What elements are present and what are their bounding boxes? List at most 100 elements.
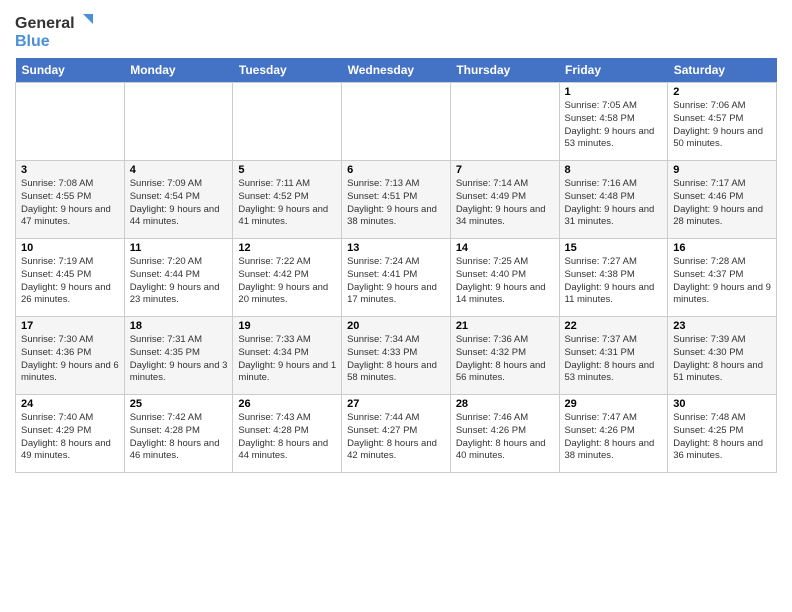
day-info: Sunrise: 7:28 AM Sunset: 4:37 PM Dayligh… bbox=[673, 256, 771, 307]
day-info: Sunrise: 7:17 AM Sunset: 4:46 PM Dayligh… bbox=[673, 178, 771, 229]
day-info: Sunrise: 7:47 AM Sunset: 4:26 PM Dayligh… bbox=[565, 412, 663, 463]
day-number: 10 bbox=[21, 242, 119, 254]
calendar-header-monday: Monday bbox=[124, 58, 233, 83]
day-number: 16 bbox=[673, 242, 771, 254]
day-info: Sunrise: 7:42 AM Sunset: 4:28 PM Dayligh… bbox=[130, 412, 228, 463]
day-number: 1 bbox=[565, 86, 663, 98]
calendar-header-wednesday: Wednesday bbox=[342, 58, 451, 83]
day-number: 15 bbox=[565, 242, 663, 254]
calendar-cell: 11 Sunrise: 7:20 AM Sunset: 4:44 PM Dayli… bbox=[124, 239, 233, 317]
calendar-cell bbox=[450, 83, 559, 161]
day-number: 29 bbox=[565, 398, 663, 410]
day-info: Sunrise: 7:19 AM Sunset: 4:45 PM Dayligh… bbox=[21, 256, 119, 307]
calendar-cell: 6Sunrise: 7:13 AM Sunset: 4:51 PM Daylig… bbox=[342, 161, 451, 239]
day-info: Sunrise: 7:09 AM Sunset: 4:54 PM Dayligh… bbox=[130, 178, 228, 229]
day-info: Sunrise: 7:24 AM Sunset: 4:41 PM Dayligh… bbox=[347, 256, 445, 307]
calendar-table: SundayMondayTuesdayWednesdayThursdayFrid… bbox=[15, 58, 777, 473]
day-number: 30 bbox=[673, 398, 771, 410]
day-info: Sunrise: 7:13 AM Sunset: 4:51 PM Dayligh… bbox=[347, 178, 445, 229]
day-number: 12 bbox=[238, 242, 336, 254]
day-number: 2 bbox=[673, 86, 771, 98]
day-number: 9 bbox=[673, 164, 771, 176]
calendar-cell: 15 Sunrise: 7:27 AM Sunset: 4:38 PM Dayli… bbox=[559, 239, 668, 317]
calendar-cell: 1 Sunrise: 7:05 AM Sunset: 4:58 PM Daylig… bbox=[559, 83, 668, 161]
day-number: 3 bbox=[21, 164, 119, 176]
calendar-cell bbox=[342, 83, 451, 161]
calendar-cell: 9 Sunrise: 7:17 AM Sunset: 4:46 PM Daylig… bbox=[668, 161, 777, 239]
day-info: Sunrise: 7:43 AM Sunset: 4:28 PM Dayligh… bbox=[238, 412, 336, 463]
calendar-cell: 24Sunrise: 7:40 AM Sunset: 4:29 PM Dayli… bbox=[16, 395, 125, 473]
day-info: Sunrise: 7:33 AM Sunset: 4:34 PM Dayligh… bbox=[238, 334, 336, 385]
day-number: 19 bbox=[238, 320, 336, 332]
day-number: 7 bbox=[456, 164, 554, 176]
logo: GeneralBlue bbox=[15, 10, 105, 50]
day-number: 14 bbox=[456, 242, 554, 254]
day-number: 27 bbox=[347, 398, 445, 410]
day-info: Sunrise: 7:30 AM Sunset: 4:36 PM Dayligh… bbox=[21, 334, 119, 385]
calendar-cell: 21 Sunrise: 7:36 AM Sunset: 4:32 PM Dayli… bbox=[450, 317, 559, 395]
day-info: Sunrise: 7:34 AM Sunset: 4:33 PM Dayligh… bbox=[347, 334, 445, 385]
day-info: Sunrise: 7:37 AM Sunset: 4:31 PM Dayligh… bbox=[565, 334, 663, 385]
day-number: 4 bbox=[130, 164, 228, 176]
calendar-cell: 3 Sunrise: 7:08 AM Sunset: 4:55 PM Daylig… bbox=[16, 161, 125, 239]
calendar-header-tuesday: Tuesday bbox=[233, 58, 342, 83]
calendar-cell bbox=[233, 83, 342, 161]
header: GeneralBlue bbox=[15, 10, 777, 50]
day-info: Sunrise: 7:40 AM Sunset: 4:29 PM Dayligh… bbox=[21, 412, 119, 463]
day-number: 23 bbox=[673, 320, 771, 332]
calendar-cell: 10 Sunrise: 7:19 AM Sunset: 4:45 PM Dayli… bbox=[16, 239, 125, 317]
day-number: 28 bbox=[456, 398, 554, 410]
day-info: Sunrise: 7:39 AM Sunset: 4:30 PM Dayligh… bbox=[673, 334, 771, 385]
day-info: Sunrise: 7:31 AM Sunset: 4:35 PM Dayligh… bbox=[130, 334, 228, 385]
day-info: Sunrise: 7:05 AM Sunset: 4:58 PM Dayligh… bbox=[565, 100, 663, 151]
calendar-cell: 29 Sunrise: 7:47 AM Sunset: 4:26 PM Dayli… bbox=[559, 395, 668, 473]
day-info: Sunrise: 7:14 AM Sunset: 4:49 PM Dayligh… bbox=[456, 178, 554, 229]
calendar-cell: 12 Sunrise: 7:22 AM Sunset: 4:42 PM Dayli… bbox=[233, 239, 342, 317]
calendar-cell: 25 Sunrise: 7:42 AM Sunset: 4:28 PM Dayli… bbox=[124, 395, 233, 473]
day-info: Sunrise: 7:06 AM Sunset: 4:57 PM Dayligh… bbox=[673, 100, 771, 151]
calendar-header-saturday: Saturday bbox=[668, 58, 777, 83]
calendar-cell bbox=[124, 83, 233, 161]
calendar-cell: 8Sunrise: 7:16 AM Sunset: 4:48 PM Daylig… bbox=[559, 161, 668, 239]
day-number: 11 bbox=[130, 242, 228, 254]
day-info: Sunrise: 7:27 AM Sunset: 4:38 PM Dayligh… bbox=[565, 256, 663, 307]
calendar-cell: 17Sunrise: 7:30 AM Sunset: 4:36 PM Dayli… bbox=[16, 317, 125, 395]
calendar-cell: 22 Sunrise: 7:37 AM Sunset: 4:31 PM Dayli… bbox=[559, 317, 668, 395]
day-number: 5 bbox=[238, 164, 336, 176]
logo-svg: GeneralBlue bbox=[15, 10, 105, 50]
day-info: Sunrise: 7:08 AM Sunset: 4:55 PM Dayligh… bbox=[21, 178, 119, 229]
svg-text:General: General bbox=[15, 15, 75, 32]
calendar-header-row: SundayMondayTuesdayWednesdayThursdayFrid… bbox=[16, 58, 777, 83]
calendar-cell bbox=[16, 83, 125, 161]
calendar-cell: 19 Sunrise: 7:33 AM Sunset: 4:34 PM Dayli… bbox=[233, 317, 342, 395]
day-number: 20 bbox=[347, 320, 445, 332]
day-number: 18 bbox=[130, 320, 228, 332]
day-number: 21 bbox=[456, 320, 554, 332]
calendar-cell: 26 Sunrise: 7:43 AM Sunset: 4:28 PM Dayli… bbox=[233, 395, 342, 473]
day-info: Sunrise: 7:36 AM Sunset: 4:32 PM Dayligh… bbox=[456, 334, 554, 385]
calendar-cell: 20 Sunrise: 7:34 AM Sunset: 4:33 PM Dayli… bbox=[342, 317, 451, 395]
calendar-cell: 4 Sunrise: 7:09 AM Sunset: 4:54 PM Daylig… bbox=[124, 161, 233, 239]
calendar-week-5: 24Sunrise: 7:40 AM Sunset: 4:29 PM Dayli… bbox=[16, 395, 777, 473]
day-info: Sunrise: 7:11 AM Sunset: 4:52 PM Dayligh… bbox=[238, 178, 336, 229]
calendar-week-1: 1 Sunrise: 7:05 AM Sunset: 4:58 PM Daylig… bbox=[16, 83, 777, 161]
day-number: 26 bbox=[238, 398, 336, 410]
calendar-cell: 16 Sunrise: 7:28 AM Sunset: 4:37 PM Dayli… bbox=[668, 239, 777, 317]
calendar-cell: 28 Sunrise: 7:46 AM Sunset: 4:26 PM Dayli… bbox=[450, 395, 559, 473]
calendar-cell: 18 Sunrise: 7:31 AM Sunset: 4:35 PM Dayli… bbox=[124, 317, 233, 395]
calendar-cell: 14 Sunrise: 7:25 AM Sunset: 4:40 PM Dayli… bbox=[450, 239, 559, 317]
calendar-header-friday: Friday bbox=[559, 58, 668, 83]
day-info: Sunrise: 7:20 AM Sunset: 4:44 PM Dayligh… bbox=[130, 256, 228, 307]
day-info: Sunrise: 7:48 AM Sunset: 4:25 PM Dayligh… bbox=[673, 412, 771, 463]
calendar-cell: 13 Sunrise: 7:24 AM Sunset: 4:41 PM Dayli… bbox=[342, 239, 451, 317]
calendar-week-2: 3 Sunrise: 7:08 AM Sunset: 4:55 PM Daylig… bbox=[16, 161, 777, 239]
calendar-week-3: 10 Sunrise: 7:19 AM Sunset: 4:45 PM Dayli… bbox=[16, 239, 777, 317]
day-number: 13 bbox=[347, 242, 445, 254]
day-number: 25 bbox=[130, 398, 228, 410]
day-info: Sunrise: 7:22 AM Sunset: 4:42 PM Dayligh… bbox=[238, 256, 336, 307]
day-info: Sunrise: 7:46 AM Sunset: 4:26 PM Dayligh… bbox=[456, 412, 554, 463]
day-number: 22 bbox=[565, 320, 663, 332]
calendar-cell: 23 Sunrise: 7:39 AM Sunset: 4:30 PM Dayli… bbox=[668, 317, 777, 395]
day-info: Sunrise: 7:25 AM Sunset: 4:40 PM Dayligh… bbox=[456, 256, 554, 307]
day-info: Sunrise: 7:16 AM Sunset: 4:48 PM Dayligh… bbox=[565, 178, 663, 229]
